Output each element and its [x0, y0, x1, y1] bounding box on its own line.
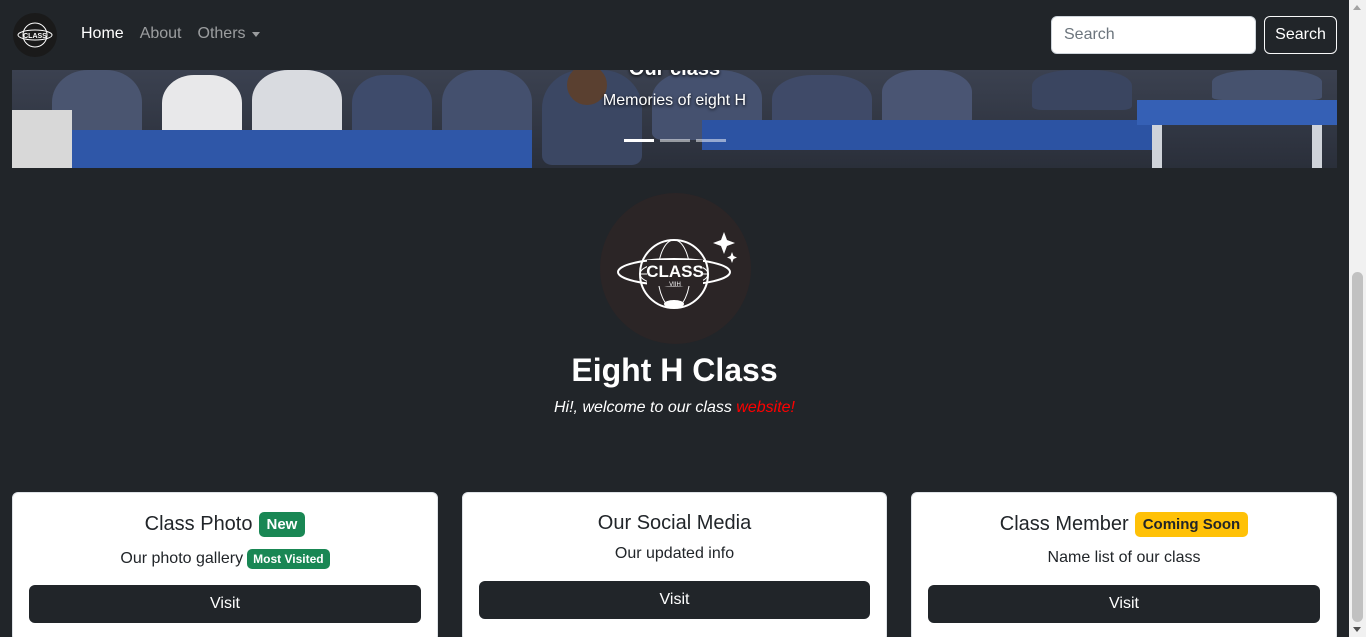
svg-text:CLASS: CLASS — [23, 33, 47, 40]
welcome-subtitle: Hi!, welcome to our class website! — [0, 399, 1349, 417]
search-input[interactable] — [1051, 16, 1256, 54]
carousel-indicator-2[interactable] — [660, 139, 690, 142]
scroll-down-arrow-icon[interactable] — [1353, 627, 1361, 632]
carousel-indicators — [624, 139, 726, 142]
card-text: Our photo gallery Most Visited — [13, 549, 437, 569]
page-title: Eight H Class — [571, 352, 778, 388]
carousel-indicator-3[interactable] — [696, 139, 726, 142]
carousel-indicator-1[interactable] — [624, 139, 654, 142]
visit-button-social-media[interactable]: Visit — [479, 581, 870, 619]
card-title-text: Our Social Media — [597, 512, 752, 534]
card-text-value: Our updated info — [614, 545, 735, 562]
coming-soon-badge: Coming Soon — [1134, 512, 1249, 537]
carousel-caption-title: Our class — [12, 70, 1337, 81]
card-text: Our updated info — [463, 545, 886, 563]
card-title: Our Social Media — [463, 512, 886, 535]
scroll-up-arrow-icon[interactable] — [1353, 5, 1361, 10]
visit-button-class-photo[interactable]: Visit — [29, 585, 421, 623]
caret-down-icon — [251, 31, 260, 37]
scrollbar-thumb[interactable] — [1352, 272, 1363, 622]
globe-logo-icon: CLASS VIIH — [616, 231, 737, 309]
sparkle-icon — [712, 231, 735, 254]
image-carousel[interactable]: Our class Memories of eight H — [12, 70, 1337, 168]
card-class-photo: Class Photo New Our photo gallery Most V… — [12, 492, 438, 637]
nav-others-label: Others — [197, 25, 246, 42]
welcome-accent-text: website! — [736, 399, 795, 416]
card-title: Class Member Coming Soon — [912, 512, 1336, 537]
card-social-media: Our Social Media Our updated info Visit — [462, 492, 887, 637]
card-title-text: Class Photo — [144, 513, 253, 535]
search-button[interactable]: Search — [1264, 16, 1337, 54]
card-class-member: Class Member Coming Soon Name list of ou… — [911, 492, 1337, 637]
brand-logo[interactable]: CLASS — [13, 13, 57, 57]
globe-logo-icon: CLASS — [17, 22, 53, 48]
most-visited-badge: Most Visited — [247, 549, 330, 569]
new-badge: New — [258, 512, 306, 537]
class-logo: CLASS VIIH — [600, 193, 751, 344]
card-text: Name list of our class — [912, 549, 1336, 567]
card-text-value: Name list of our class — [1047, 549, 1201, 566]
nav-links: Home About Others — [81, 25, 260, 43]
navbar: CLASS Home About Others Search — [0, 0, 1349, 70]
card-title-text: Class Member — [999, 513, 1129, 535]
vertical-scrollbar[interactable] — [1349, 0, 1366, 637]
nav-others-dropdown[interactable]: Others — [198, 25, 260, 43]
visit-button-class-member[interactable]: Visit — [928, 585, 1320, 623]
carousel-caption-subtitle: Memories of eight H — [602, 92, 747, 109]
class-logo-text: CLASS — [646, 262, 704, 281]
card-title: Class Photo New — [13, 512, 437, 537]
class-logo-subtext: VIIH — [669, 282, 681, 288]
welcome-text: Hi!, welcome to our class — [554, 399, 737, 416]
nav-about-link[interactable]: About — [140, 25, 182, 43]
card-text-value: Our photo gallery — [120, 550, 244, 567]
nav-home-link[interactable]: Home — [81, 25, 124, 43]
classroom-photo — [12, 70, 1337, 168]
